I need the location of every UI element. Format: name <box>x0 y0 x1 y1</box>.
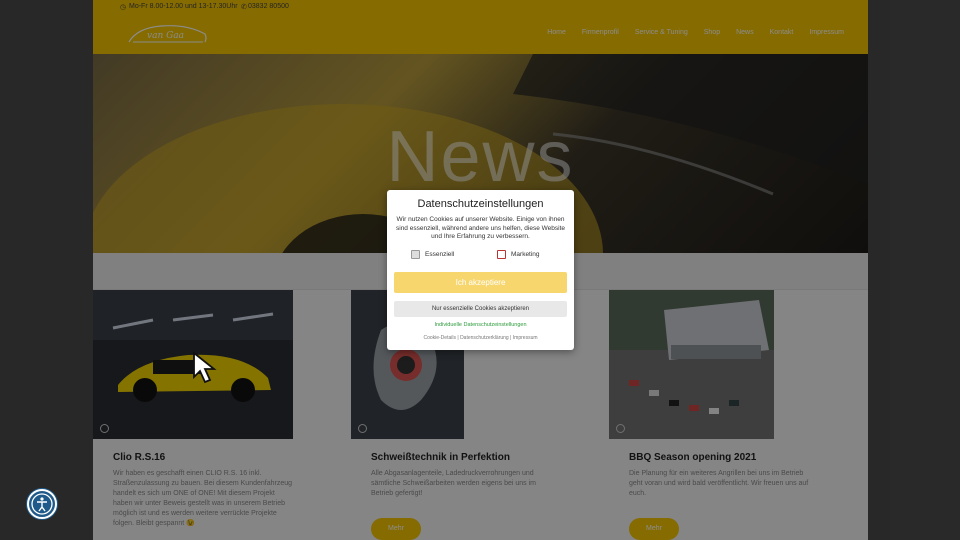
essential-checkbox <box>411 250 420 259</box>
accept-all-button[interactable]: Ich akzeptiere <box>394 272 567 293</box>
marketing-label[interactable]: Marketing <box>511 251 540 258</box>
essential-label: Essenziell <box>425 251 455 258</box>
privacy-policy-link[interactable]: Datenschutzerklärung <box>460 335 509 341</box>
cookie-footer-links: Cookie-Details | Datenschutzerklärung | … <box>423 335 538 341</box>
cookie-consent-dialog: Datenschutzeinstellungen Wir nutzen Cook… <box>387 190 574 350</box>
marketing-option[interactable]: Marketing <box>497 250 540 259</box>
marketing-checkbox[interactable] <box>497 250 506 259</box>
cookie-description: Wir nutzen Cookies auf unserer Website. … <box>396 216 565 240</box>
cursor-arrow-icon <box>193 351 217 384</box>
cookie-details-link[interactable]: Cookie-Details <box>423 335 456 341</box>
accessibility-icon[interactable] <box>27 489 57 519</box>
individual-settings-link[interactable]: Individuelle Datenschutzeinstellungen <box>387 322 574 328</box>
cookie-dialog-title: Datenschutzeinstellungen <box>417 198 544 210</box>
essential-only-button[interactable]: Nur essenzielle Cookies akzeptieren <box>394 301 567 317</box>
essential-option: Essenziell <box>411 250 454 259</box>
imprint-link[interactable]: Impressum <box>513 335 538 341</box>
